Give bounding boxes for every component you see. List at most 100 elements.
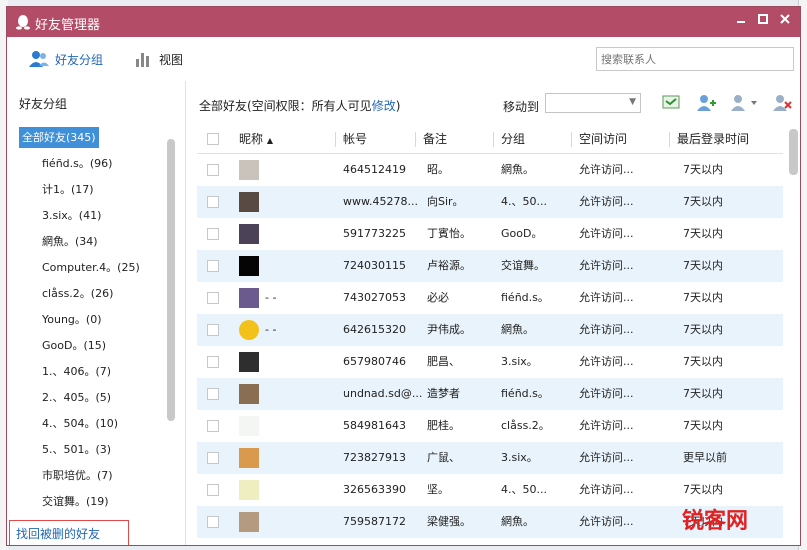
select-all-checkbox[interactable] bbox=[207, 133, 219, 145]
move-to-dropdown[interactable]: ▼ bbox=[545, 93, 641, 113]
column-space-access[interactable]: 空间访问 bbox=[579, 125, 627, 153]
send-message-icon[interactable] bbox=[661, 93, 683, 113]
row-checkbox[interactable] bbox=[207, 484, 219, 496]
table-row[interactable]: undnad.sd@... 造梦者 fiéñd.s。 允许访问... 7天以内 bbox=[197, 378, 783, 410]
group-item[interactable]: 3.six。(41) bbox=[15, 203, 175, 229]
column-divider bbox=[669, 132, 670, 147]
permission-text: 全部好友(空间权限：所有人可见 bbox=[199, 99, 372, 113]
column-account[interactable]: 帐号 bbox=[343, 125, 367, 153]
table-row[interactable]: 584981643 肥桂。 clåss.2。 允许访问... 7天以内 bbox=[197, 410, 783, 442]
group-item[interactable]: 计1。(17) bbox=[15, 177, 175, 203]
restore-deleted-friends-link[interactable]: 找回被删的好友 bbox=[9, 520, 129, 545]
group-item[interactable]: 5.、501。(3) bbox=[15, 437, 175, 463]
row-checkbox[interactable] bbox=[207, 388, 219, 400]
friend-list-panel: 全部好友(空间权限：所有人可见修改) 移动到 ▼ 昵称 ▲ 帐号 备注 分组 空… bbox=[187, 81, 800, 545]
avatar bbox=[239, 384, 259, 404]
tab-friend-groups[interactable]: 好友分组 bbox=[29, 49, 103, 69]
group-label: 網魚。(34) bbox=[42, 235, 98, 248]
group-label: 4.、504。(10) bbox=[42, 417, 119, 430]
cell-space-access: 允许访问... bbox=[579, 355, 634, 368]
toolbar: 好友分组 视图 bbox=[7, 37, 800, 81]
row-checkbox[interactable] bbox=[207, 452, 219, 464]
table-body: 464512419 昭。 網魚。 允许访问... 7天以内 www.45278... 向Si… bbox=[197, 154, 783, 538]
row-checkbox[interactable] bbox=[207, 196, 219, 208]
minimize-icon bbox=[737, 21, 745, 23]
cell-remark: 昭。 bbox=[427, 163, 449, 176]
group-item[interactable]: 4.、504。(10) bbox=[15, 411, 175, 437]
cell-account: 642615320 bbox=[343, 323, 406, 336]
table-row[interactable]: 657980746 肥昌、 3.six。 允许访问... 7天以内 bbox=[197, 346, 783, 378]
space-permission: 全部好友(空间权限：所有人可见修改) bbox=[199, 97, 400, 114]
group-item[interactable]: Young。(0) bbox=[15, 307, 175, 333]
cell-space-access: 允许访问... bbox=[579, 227, 634, 240]
row-checkbox[interactable] bbox=[207, 260, 219, 272]
permission-suffix: ) bbox=[395, 99, 401, 113]
row-checkbox[interactable] bbox=[207, 164, 219, 176]
group-label: 计1。(17) bbox=[42, 183, 94, 196]
group-all-friends[interactable]: 全部好友(345) bbox=[15, 125, 175, 151]
close-button[interactable] bbox=[776, 13, 794, 31]
row-checkbox[interactable] bbox=[207, 516, 219, 528]
chevron-down-icon: ▼ bbox=[629, 97, 636, 107]
contact-options-icon[interactable] bbox=[729, 93, 759, 113]
column-nickname[interactable]: 昵称 ▲ bbox=[239, 125, 273, 153]
table-row[interactable]: - - 743027053 必必 fiéñd.s。 允许访问... 7天以内 bbox=[197, 282, 783, 314]
row-checkbox[interactable] bbox=[207, 420, 219, 432]
tab-friend-groups-label: 好友分组 bbox=[55, 52, 104, 67]
group-label: 市职培优。(7) bbox=[42, 469, 113, 482]
friend-manager-window: 好友管理器 好友分组 视图 好友分组 全部好友(345)fiéñd.s bbox=[6, 6, 801, 546]
cell-group: 4.、50... bbox=[501, 195, 547, 208]
cell-account: www.45278... bbox=[343, 195, 418, 208]
cell-space-access: 允许访问... bbox=[579, 419, 634, 432]
column-remark[interactable]: 备注 bbox=[423, 125, 447, 153]
maximize-button[interactable] bbox=[754, 13, 772, 31]
tab-view[interactable]: 视图 bbox=[135, 49, 183, 69]
cell-group: 網魚。 bbox=[501, 163, 534, 176]
table-scrollbar[interactable] bbox=[789, 129, 798, 175]
cell-last-login: 7天以内 bbox=[683, 387, 723, 400]
column-last-login[interactable]: 最后登录时间 bbox=[677, 125, 749, 153]
group-item[interactable]: 2.、405。(5) bbox=[15, 385, 175, 411]
add-friend-icon[interactable] bbox=[695, 93, 717, 113]
column-group[interactable]: 分组 bbox=[501, 125, 525, 153]
cell-group: fiéñd.s。 bbox=[501, 291, 549, 304]
avatar bbox=[239, 512, 259, 532]
group-item[interactable]: GooD。(15) bbox=[15, 333, 175, 359]
row-checkbox[interactable] bbox=[207, 228, 219, 240]
cell-group: GooD。 bbox=[501, 227, 543, 240]
row-checkbox[interactable] bbox=[207, 324, 219, 336]
cell-group: 交谊舞。 bbox=[501, 259, 545, 272]
avatar bbox=[239, 416, 259, 436]
column-divider bbox=[493, 132, 494, 147]
maximize-icon bbox=[758, 14, 768, 24]
group-item[interactable]: 市职培优。(7) bbox=[15, 463, 175, 489]
group-label: Young。(0) bbox=[42, 313, 102, 326]
search-contacts-input[interactable] bbox=[596, 47, 794, 71]
edit-permission-link[interactable]: 修改 bbox=[372, 99, 396, 113]
avatar bbox=[239, 480, 259, 500]
cell-space-access: 允许访问... bbox=[579, 195, 634, 208]
sidebar-scrollbar[interactable] bbox=[167, 139, 175, 421]
group-item[interactable]: fiéñd.s。(96) bbox=[15, 151, 175, 177]
group-item[interactable]: 網魚。(34) bbox=[15, 229, 175, 255]
table-row[interactable]: - - 642615320 尹伟成。 網魚。 允许访问... 7天以内 bbox=[197, 314, 783, 346]
row-checkbox[interactable] bbox=[207, 356, 219, 368]
table-row[interactable]: 591773225 丁賓怡。 GooD。 允许访问... 7天以内 bbox=[197, 218, 783, 250]
delete-friend-icon[interactable] bbox=[771, 93, 793, 113]
group-item[interactable]: Computer.4。(25) bbox=[15, 255, 175, 281]
table-row[interactable]: 723827913 广鼠、 3.six。 允许访问... 更早以前 bbox=[197, 442, 783, 474]
cell-account: 657980746 bbox=[343, 355, 406, 368]
cell-last-login: 7天以内 bbox=[683, 419, 723, 432]
group-item[interactable]: 1.、406。(7) bbox=[15, 359, 175, 385]
table-row[interactable]: 724030115 卢裕源。 交谊舞。 允许访问... 7天以内 bbox=[197, 250, 783, 282]
group-item[interactable]: clåss.2。(26) bbox=[15, 281, 175, 307]
minimize-button[interactable] bbox=[732, 13, 750, 31]
cell-group: 網魚。 bbox=[501, 323, 534, 336]
cell-remark: 丁賓怡。 bbox=[427, 227, 471, 240]
cell-account: 584981643 bbox=[343, 419, 406, 432]
row-checkbox[interactable] bbox=[207, 292, 219, 304]
move-to-label: 移动到 bbox=[503, 100, 540, 114]
table-row[interactable]: 464512419 昭。 網魚。 允许访问... 7天以内 bbox=[197, 154, 783, 186]
table-row[interactable]: www.45278... 向Sir。 4.、50... 允许访问... 7天以内 bbox=[197, 186, 783, 218]
group-item[interactable]: 交谊舞。(19) bbox=[15, 489, 175, 515]
